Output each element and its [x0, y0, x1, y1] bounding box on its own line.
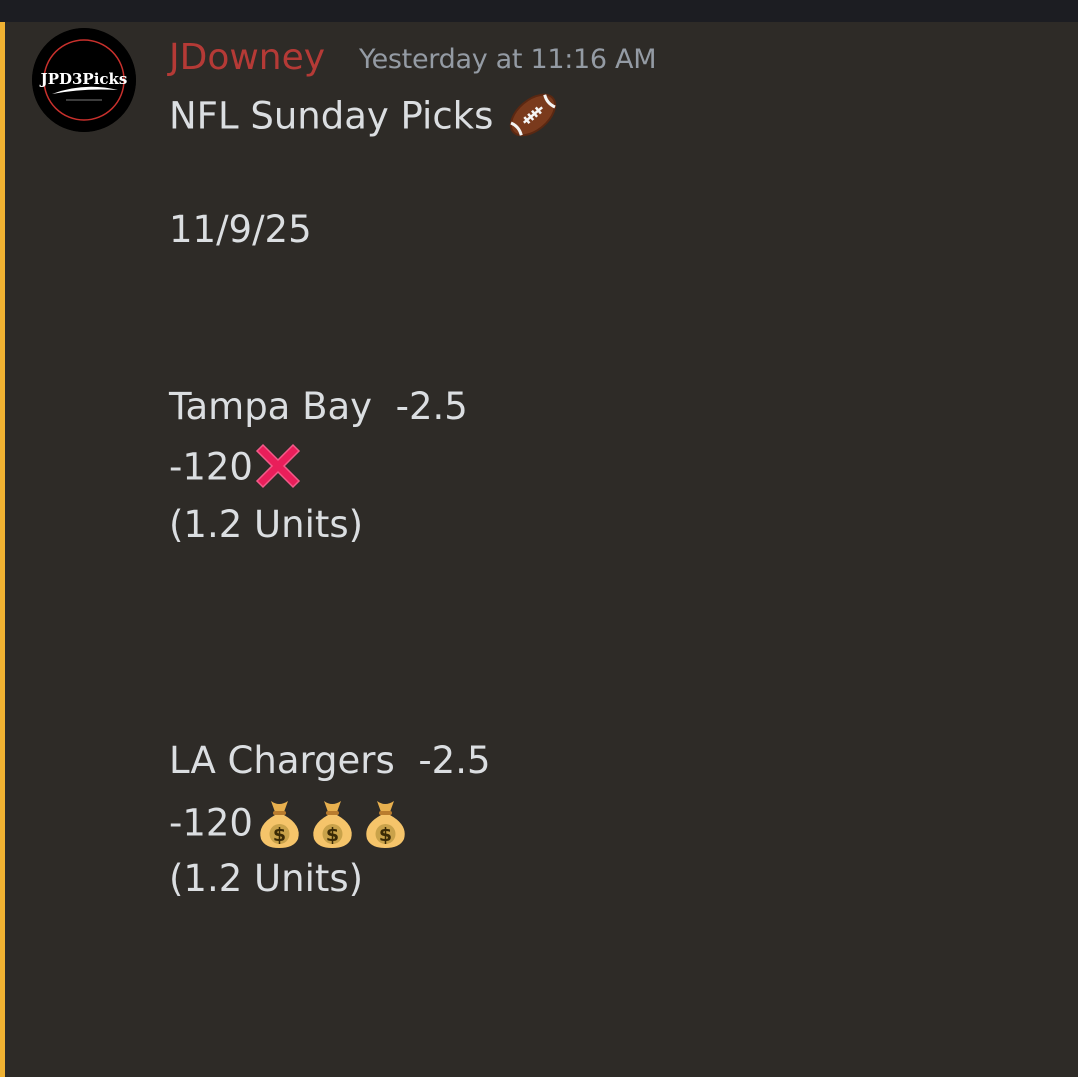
american-football-icon	[505, 87, 561, 143]
message-title-line: NFL Sunday Picks	[169, 90, 561, 146]
message-timestamp[interactable]: Yesterday at 11:16 AM	[359, 44, 657, 76]
avatar-logo-text: JPD3Picks	[39, 70, 128, 88]
svg-text:$: $	[273, 824, 286, 846]
message-highlight-bar	[0, 22, 5, 1077]
pick2-team-line: LA Chargers -2.5	[169, 739, 491, 782]
pick1-odds: -120	[169, 445, 253, 489]
pick2-odds-line: -120 $ $ $	[169, 798, 412, 852]
pick2-units: (1.2 Units)	[169, 857, 364, 900]
author-name[interactable]: JDowney	[169, 36, 325, 80]
jpd3picks-logo-icon: JPD3Picks	[32, 28, 136, 132]
cross-mark-icon	[253, 441, 303, 491]
message-title: NFL Sunday Picks	[169, 94, 494, 138]
pick2-odds: -120	[169, 801, 253, 845]
pick1-team-line: Tampa Bay -2.5	[169, 385, 468, 428]
money-bag-icon: $	[306, 795, 359, 849]
money-bag-icon: $	[359, 795, 412, 849]
money-bag-icon: $	[253, 795, 306, 849]
top-bar	[0, 0, 1078, 22]
pick1-units: (1.2 Units)	[169, 503, 364, 546]
pick-date: 11/9/25	[169, 208, 312, 251]
avatar[interactable]: JPD3Picks	[32, 28, 136, 132]
svg-text:$: $	[379, 824, 392, 846]
svg-text:$: $	[326, 824, 339, 846]
pick1-odds-line: -120	[169, 441, 303, 494]
